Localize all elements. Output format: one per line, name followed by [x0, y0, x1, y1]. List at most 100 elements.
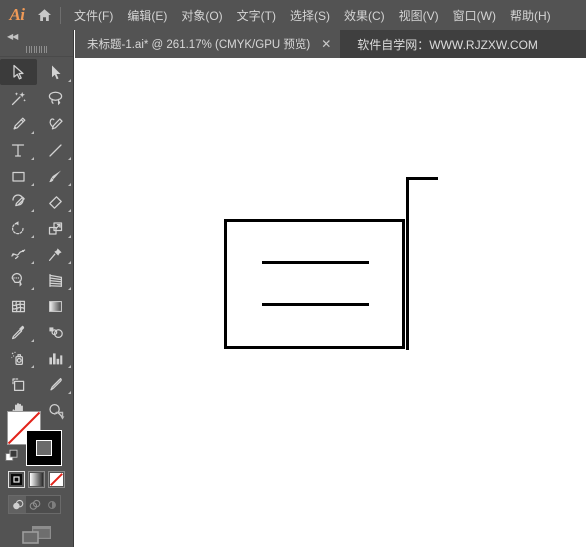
gradient-swatch-icon — [30, 473, 43, 486]
tool-corner-indicator — [68, 157, 71, 160]
lasso-icon — [48, 91, 63, 105]
tool-corner-indicator — [68, 365, 71, 368]
line-icon — [49, 143, 62, 157]
draw-inside-icon — [47, 500, 56, 509]
document-canvas[interactable] — [75, 58, 586, 547]
stroke-swatch[interactable] — [26, 430, 62, 466]
outer-vertical-line[interactable] — [406, 177, 409, 350]
symbol-sprayer-tool[interactable] — [0, 345, 37, 371]
shape-builder-icon — [11, 272, 23, 287]
tool-corner-indicator — [68, 261, 71, 264]
rectangle-path-right[interactable] — [402, 219, 405, 349]
swap-fill-stroke-icon[interactable] — [53, 409, 67, 423]
tools-panel: ◀◀ — [0, 30, 74, 547]
rectangle-path-bottom[interactable] — [224, 346, 405, 349]
menu-edit[interactable]: 编辑(E) — [120, 0, 174, 30]
color-mode-gradient[interactable] — [28, 471, 45, 488]
illustrator-window: Ai 文件(F) 编辑(E) 对象(O) 文字(T) 选择(S) 效果(C) 视… — [0, 0, 586, 547]
menu-view[interactable]: 视图(V) — [392, 0, 446, 30]
inner-line-top[interactable] — [262, 261, 369, 264]
curvature-tool[interactable] — [37, 111, 74, 137]
draw-inside-mode[interactable] — [43, 496, 60, 513]
direct-selection-tool[interactable] — [37, 59, 74, 85]
free-transform-tool[interactable] — [37, 241, 74, 267]
gradient-tool[interactable] — [37, 293, 74, 319]
document-tab[interactable]: 未标题-1.ai* @ 261.17% (CMYK/GPU 预览) ✕ — [75, 30, 341, 58]
eraser-icon — [49, 195, 62, 209]
scale-tool[interactable] — [37, 215, 74, 241]
color-mode-buttons — [8, 471, 65, 488]
width-warp-icon — [11, 248, 26, 259]
rotate-tool[interactable] — [0, 215, 37, 241]
color-mode-none[interactable] — [48, 471, 65, 488]
type-icon — [11, 143, 25, 157]
blend-icon — [49, 326, 63, 338]
tool-corner-indicator — [31, 339, 34, 342]
tool-corner-indicator — [31, 157, 34, 160]
change-screen-mode-button[interactable] — [0, 523, 74, 547]
line-segment-tool[interactable] — [37, 137, 74, 163]
draw-normal-mode[interactable] — [9, 496, 26, 513]
paintbrush-tool[interactable] — [37, 163, 74, 189]
color-mode-solid[interactable] — [8, 471, 25, 488]
solid-color-icon — [11, 474, 22, 485]
shaper-pencil-icon — [12, 193, 25, 206]
blend-tool[interactable] — [37, 319, 74, 345]
rectangle-tool[interactable] — [0, 163, 37, 189]
document-tab-title: 未标题-1.ai* @ 261.17% (CMYK/GPU 预览) — [87, 39, 311, 51]
shape-builder-tool[interactable] — [0, 267, 37, 293]
tool-corner-indicator — [31, 131, 34, 134]
menu-object[interactable]: 对象(O) — [174, 0, 229, 30]
inner-line-bottom[interactable] — [262, 303, 369, 306]
default-fill-stroke-icon[interactable] — [5, 449, 19, 463]
type-tool[interactable] — [0, 137, 37, 163]
eyedropper-tool[interactable] — [0, 319, 37, 345]
selection-tool[interactable] — [0, 59, 37, 85]
menu-type[interactable]: 文字(T) — [230, 0, 283, 30]
tool-corner-indicator — [68, 235, 71, 238]
artboard-icon — [12, 377, 25, 391]
menu-help[interactable]: 帮助(H) — [503, 0, 558, 30]
outer-horizontal-line[interactable] — [406, 177, 438, 180]
menu-effect[interactable]: 效果(C) — [337, 0, 392, 30]
width-tool[interactable] — [0, 241, 37, 267]
eraser-tool[interactable] — [37, 189, 74, 215]
tool-corner-indicator — [68, 79, 71, 82]
magic-wand-tool[interactable] — [0, 85, 37, 111]
toolbar-grip[interactable] — [0, 43, 73, 57]
bar-chart-icon — [49, 352, 63, 364]
mesh-tool[interactable] — [0, 293, 37, 319]
screen-mode-icon — [22, 526, 51, 544]
shaper-tool[interactable] — [0, 189, 37, 215]
menu-window[interactable]: 窗口(W) — [446, 0, 503, 30]
menu-bar: Ai 文件(F) 编辑(E) 对象(O) 文字(T) 选择(S) 效果(C) 视… — [0, 0, 586, 30]
lasso-tool[interactable] — [37, 85, 74, 111]
draw-normal-icon — [12, 499, 23, 509]
promo-watermark-text: 软件自学网：WWW.RJZXW.COM — [357, 37, 538, 52]
tool-corner-indicator — [31, 209, 34, 212]
perspective-grid-tool[interactable] — [37, 267, 74, 293]
collapse-panel-icon[interactable]: ◀◀ — [0, 30, 73, 43]
home-icon[interactable] — [30, 0, 58, 30]
mesh-icon — [11, 300, 26, 312]
menu-file[interactable]: 文件(F) — [67, 0, 120, 30]
grip-bars — [26, 46, 47, 53]
rectangle-path-left[interactable] — [224, 219, 227, 349]
rectangle-path-top[interactable] — [224, 219, 405, 222]
app-logo: Ai — [9, 5, 25, 24]
none-color-icon — [50, 473, 63, 486]
draw-behind-mode[interactable] — [26, 496, 43, 513]
arrow-solid-icon — [12, 64, 24, 80]
menu-select[interactable]: 选择(S) — [283, 0, 337, 30]
pen-tool[interactable] — [0, 111, 37, 137]
column-graph-tool[interactable] — [37, 345, 74, 371]
tool-corner-indicator — [68, 287, 71, 290]
perspective-grid-icon — [49, 273, 63, 287]
slice-tool[interactable] — [37, 371, 74, 397]
close-icon[interactable]: ✕ — [321, 38, 331, 50]
color-controls — [0, 405, 74, 547]
pen-icon — [13, 117, 26, 129]
artboard-tool[interactable] — [0, 371, 37, 397]
paintbrush-icon — [49, 170, 61, 182]
document-tab-bar: 未标题-1.ai* @ 261.17% (CMYK/GPU 预览) ✕ 软件自学… — [75, 30, 586, 58]
